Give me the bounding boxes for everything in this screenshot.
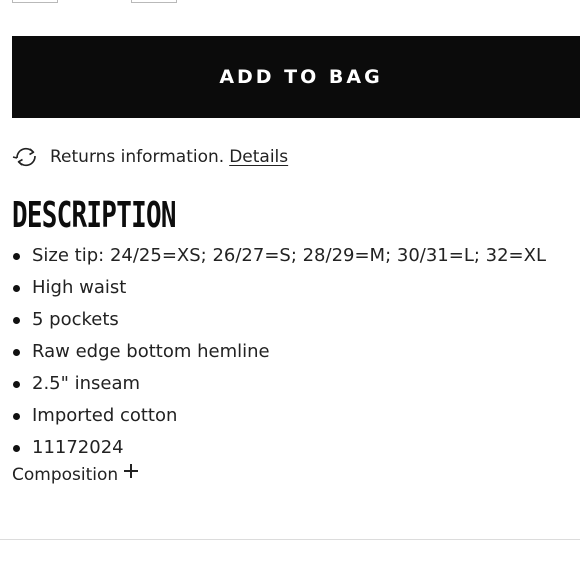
list-item: Size tip: 24/25=XS; 26/27=S; 28/29=M; 30… (12, 241, 580, 273)
plus-icon[interactable] (124, 464, 139, 478)
returns-details-link[interactable]: Details (229, 147, 288, 167)
add-to-bag-button[interactable]: ADD TO BAG (12, 36, 580, 118)
size-selector-remnant (0, 0, 580, 4)
list-item: Imported cotton (12, 401, 580, 433)
list-item: High waist (12, 273, 580, 305)
size-option-box[interactable] (12, 0, 58, 3)
description-list: Size tip: 24/25=XS; 26/27=S; 28/29=M; 30… (12, 241, 580, 465)
returns-text: Returns information. (50, 147, 225, 167)
list-item: 5 pockets (12, 305, 580, 337)
description-heading: DESCRIPTION (12, 195, 176, 236)
divider (0, 539, 580, 540)
refresh-arrows-icon (12, 145, 42, 169)
composition-toggle[interactable]: Composition (12, 464, 139, 485)
product-details-panel: ADD TO BAG Returns information. Details … (0, 0, 580, 580)
list-item: Raw edge bottom hemline (12, 337, 580, 369)
composition-label: Composition (12, 465, 119, 485)
size-option-box[interactable] (131, 0, 177, 3)
returns-info: Returns information. Details (12, 143, 288, 171)
list-item: 11172024 (12, 433, 580, 465)
list-item: 2.5" inseam (12, 369, 580, 401)
